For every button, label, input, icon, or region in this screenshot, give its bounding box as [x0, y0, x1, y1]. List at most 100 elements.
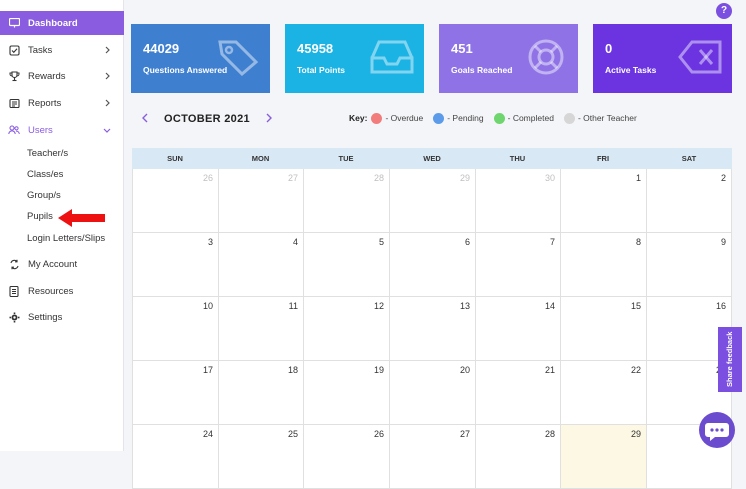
calendar-day-cell[interactable]: 11: [218, 297, 303, 361]
key-entry-label: - Other Teacher: [577, 113, 637, 123]
stat-label: Total Points: [297, 65, 346, 75]
calendar-day-cell[interactable]: 20: [389, 361, 475, 425]
sub-item-teachers[interactable]: Teacher/s: [27, 146, 68, 162]
trophy-icon: [8, 70, 20, 82]
weekday-header: WED: [423, 154, 441, 163]
help-button[interactable]: ?: [716, 3, 732, 19]
stat-value: 451: [451, 41, 473, 56]
nav-rewards[interactable]: Rewards: [0, 64, 124, 88]
chevron-right-icon: [105, 99, 110, 107]
account-icon: [8, 258, 20, 270]
calendar-day-cell[interactable]: 27: [218, 169, 303, 233]
calendar-day-number: 28: [373, 173, 384, 183]
calendar-day-cell[interactable]: 28: [303, 169, 389, 233]
nav-resources[interactable]: Resources: [0, 279, 124, 303]
nav-tasks-label: Tasks: [28, 44, 53, 56]
calendar-day-cell[interactable]: 7: [475, 233, 560, 297]
prev-month-button[interactable]: [138, 112, 152, 126]
stat-label: Goals Reached: [451, 65, 513, 75]
nav-reports-label: Reports: [28, 97, 62, 109]
calendar-day-cell[interactable]: 14: [475, 297, 560, 361]
calendar-day-cell[interactable]: 1: [560, 169, 646, 233]
weekday-header: SUN: [167, 154, 183, 163]
next-month-button[interactable]: [262, 112, 276, 126]
calendar-day-cell[interactable]: 10: [132, 297, 218, 361]
nav-dashboard[interactable]: Dashboard: [0, 11, 124, 35]
stat-card-points: 45958 Total Points: [285, 24, 424, 93]
sub-item-groups[interactable]: Group/s: [27, 188, 61, 204]
nav-reports[interactable]: Reports: [0, 91, 124, 115]
key-entry-other-teacher: - Other Teacher: [563, 112, 637, 124]
sub-item-classes[interactable]: Class/es: [27, 167, 63, 183]
calendar-week-row: 17181920212223: [132, 361, 732, 425]
sub-item-pupils[interactable]: Pupils: [27, 209, 53, 225]
calendar-day-cell[interactable]: 8: [560, 233, 646, 297]
calendar-day-number: 8: [635, 237, 641, 247]
calendar-day-number: 21: [544, 365, 555, 375]
calendar-day-cell[interactable]: 13: [389, 297, 475, 361]
chat-button[interactable]: [699, 412, 735, 448]
calendar-day-number: 3: [207, 237, 213, 247]
calendar-day-cell[interactable]: 27: [389, 425, 475, 489]
weekday-header: TUE: [338, 154, 354, 163]
chevron-right-icon: [105, 72, 110, 80]
calendar-day-cell[interactable]: 19: [303, 361, 389, 425]
calendar-day-cell[interactable]: 6: [389, 233, 475, 297]
calendar-day-cell[interactable]: 15: [560, 297, 646, 361]
key-entry-label: - Overdue: [385, 113, 424, 123]
chevron-left-icon: [142, 113, 148, 123]
nav-my-account[interactable]: My Account: [0, 252, 124, 276]
backspace-icon: [678, 40, 722, 74]
tag-icon: [218, 40, 259, 76]
calendar-day-number: 26: [202, 173, 213, 183]
nav-resources-label: Resources: [28, 285, 74, 297]
overdue-dot: [371, 112, 383, 124]
nav-rewards-label: Rewards: [28, 70, 66, 82]
calendar-weekday-header: SUN MON TUE WED THU FRI SAT: [132, 148, 732, 169]
calendar-day-number: 13: [459, 301, 470, 311]
calendar-day-cell[interactable]: 9: [646, 233, 732, 297]
calendar-day-cell[interactable]: 2: [646, 169, 732, 233]
stat-value: 0: [605, 41, 613, 56]
nav-tasks[interactable]: Tasks: [0, 38, 124, 62]
nav-settings[interactable]: Settings: [0, 305, 124, 329]
weekday-header: FRI: [596, 154, 610, 163]
calendar-day-cell[interactable]: 5: [303, 233, 389, 297]
calendar-day-cell[interactable]: 22: [560, 361, 646, 425]
calendar-day-number: 4: [292, 237, 298, 247]
calendar-day-number: 18: [287, 365, 298, 375]
completed-dot: [493, 112, 505, 124]
calendar-day-cell[interactable]: 26: [303, 425, 389, 489]
calendar-day-cell[interactable]: 4: [218, 233, 303, 297]
calendar-day-cell[interactable]: 29: [389, 169, 475, 233]
reports-icon: [8, 97, 20, 109]
calendar-day-cell[interactable]: 3: [132, 233, 218, 297]
nav-users[interactable]: Users: [0, 118, 124, 142]
calendar-day-cell[interactable]: 18: [218, 361, 303, 425]
key-entry-overdue: - Overdue: [371, 112, 424, 124]
calendar-day-number: 15: [630, 301, 641, 311]
calendar-day-cell[interactable]: 21: [475, 361, 560, 425]
calendar-day-cell[interactable]: 24: [132, 425, 218, 489]
calendar-day-cell[interactable]: 26: [132, 169, 218, 233]
calendar-day-number: 9: [720, 237, 726, 247]
calendar-day-number: 11: [288, 301, 298, 311]
calendar-day-number: 27: [459, 429, 470, 439]
sidebar: Dashboard Tasks Rewards Reports Users Te…: [0, 0, 124, 451]
nav-my-account-label: My Account: [28, 258, 78, 270]
nav-settings-label: Settings: [28, 311, 63, 323]
calendar-day-number: 16: [715, 301, 726, 311]
calendar-day-cell[interactable]: 29: [560, 425, 646, 489]
stat-card-goals: 451 Goals Reached: [439, 24, 578, 93]
sub-item-login-letters[interactable]: Login Letters/Slips: [27, 231, 105, 247]
calendar-week-row: 26 27 28 29 30 1 2: [132, 169, 732, 233]
calendar-day-cell[interactable]: 25: [218, 425, 303, 489]
calendar-day-cell[interactable]: 12: [303, 297, 389, 361]
calendar-day-cell[interactable]: 17: [132, 361, 218, 425]
calendar-day-cell[interactable]: 30: [475, 169, 560, 233]
share-feedback-button[interactable]: Share feedback: [718, 327, 742, 392]
key-entry-label: - Completed: [507, 113, 554, 123]
calendar-day-number: 27: [287, 173, 298, 183]
users-icon: [8, 124, 20, 136]
calendar-day-cell[interactable]: 28: [475, 425, 560, 489]
